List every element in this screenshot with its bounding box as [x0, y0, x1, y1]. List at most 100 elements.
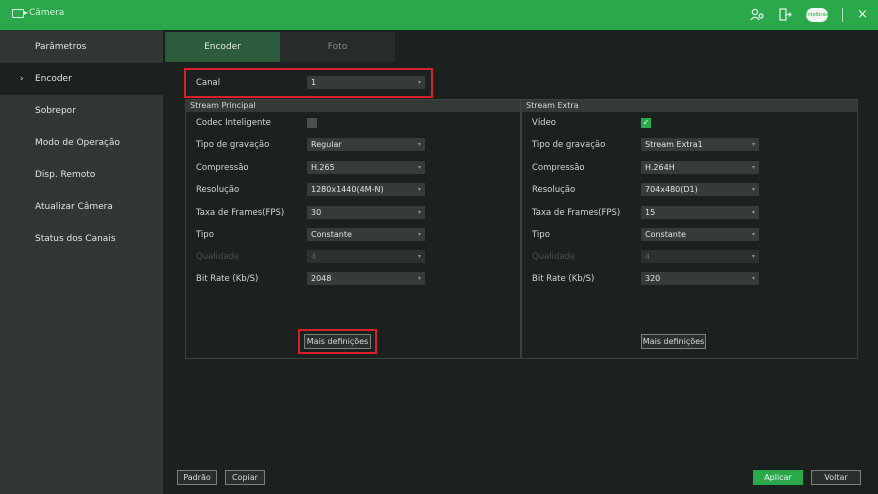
close-icon[interactable]: × [857, 7, 868, 22]
extra-bitrate-label: Bit Rate (Kb/S) [532, 274, 595, 284]
camera-icon [12, 8, 28, 18]
bitrate-value: 2048 [311, 274, 332, 283]
padrao-button[interactable]: Padrão [177, 470, 217, 485]
tipo-label: Tipo [196, 230, 214, 240]
canal-select[interactable]: 1 ▾ [307, 76, 425, 89]
bitrate-select[interactable]: 2048 ▾ [307, 272, 425, 285]
cloud-icon[interactable]: Intelbras Cloud [806, 7, 829, 32]
sidebar-item-label: Disp. Remoto [35, 170, 96, 180]
bitrate-label: Bit Rate (Kb/S) [196, 274, 259, 284]
chevron-down-icon: ▾ [417, 253, 421, 260]
tipo-value: Constante [311, 230, 352, 239]
stream-principal-title: Stream Principal [186, 100, 520, 112]
chevron-down-icon: ▾ [751, 164, 755, 171]
canal-label: Canal [196, 78, 221, 88]
extra-resolucao-select[interactable]: 704x480(D1) ▾ [641, 183, 759, 196]
voltar-button[interactable]: Voltar [811, 470, 861, 485]
compressao-select[interactable]: H.265 ▾ [307, 161, 425, 174]
sidebar-item-modo-operacao[interactable]: Modo de Operação [0, 127, 163, 159]
copiar-button[interactable]: Copiar [225, 470, 265, 485]
tipo-gravacao-value: Regular [311, 140, 342, 149]
chevron-down-icon: ▾ [751, 253, 755, 260]
chevron-down-icon: ▾ [417, 275, 421, 282]
qualidade-select: 4 ▾ [307, 250, 425, 263]
sidebar-item-atualizar-camera[interactable]: Atualizar Câmera [0, 191, 163, 223]
check-icon: ✓ [642, 118, 650, 127]
extra-tipo-gravacao-select[interactable]: Stream Extra1 ▾ [641, 138, 759, 151]
extra-qualidade-label: Qualidade [532, 252, 576, 262]
sidebar-item-status-canais[interactable]: Status dos Canais [0, 223, 163, 255]
extra-bitrate-select[interactable]: 320 ▾ [641, 272, 759, 285]
extra-compressao-select[interactable]: H.264H ▾ [641, 161, 759, 174]
chevron-down-icon: ▾ [751, 275, 755, 282]
main-content: Encoder Foto Canal 1 ▾ Stream Principal C… [163, 30, 878, 494]
fps-select[interactable]: 30 ▾ [307, 206, 425, 219]
mais-definicoes-button[interactable]: Mais definições [304, 334, 371, 349]
resolucao-select[interactable]: 1280x1440(4M-N) ▾ [307, 183, 425, 196]
extra-tipo-value: Constante [645, 230, 686, 239]
chevron-down-icon: ▾ [417, 141, 421, 148]
title-bar-actions: Intelbras Cloud × [750, 7, 868, 32]
extra-fps-select[interactable]: 15 ▾ [641, 206, 759, 219]
chevron-down-icon: ▾ [417, 164, 421, 171]
tab-encoder[interactable]: Encoder [165, 32, 280, 62]
resolucao-label: Resolução [196, 185, 240, 195]
tab-foto[interactable]: Foto [280, 32, 395, 62]
chevron-down-icon: ▾ [751, 209, 755, 216]
aplicar-button[interactable]: Aplicar [753, 470, 803, 485]
chevron-right-icon: › [20, 74, 24, 84]
chevron-down-icon: ▾ [417, 79, 421, 86]
sidebar-item-label: Status dos Canais [35, 234, 116, 244]
chevron-down-icon: ▾ [751, 141, 755, 148]
stream-extra-title: Stream Extra [522, 100, 857, 112]
fps-value: 30 [311, 208, 322, 217]
codec-inteligente-checkbox[interactable] [307, 118, 317, 128]
sidebar-item-encoder[interactable]: › Encoder [0, 63, 163, 95]
qualidade-value: 4 [311, 252, 317, 261]
sidebar: Parâmetros › Encoder Sobrepor Modo de Ope… [0, 30, 163, 494]
extra-compressao-value: H.264H [645, 163, 675, 172]
tipo-gravacao-label: Tipo de gravação [196, 140, 270, 150]
chevron-down-icon: ▾ [417, 209, 421, 216]
window-title-group: Câmera [12, 8, 64, 18]
fps-label: Taxa de Frames(FPS) [196, 208, 285, 218]
compressao-value: H.265 [311, 163, 335, 172]
extra-fps-label: Taxa de Frames(FPS) [532, 208, 621, 218]
extra-qualidade-value: 4 [645, 252, 651, 261]
extra-resolucao-value: 704x480(D1) [645, 185, 698, 194]
extra-tipo-select[interactable]: Constante ▾ [641, 228, 759, 241]
sidebar-item-parametros[interactable]: Parâmetros [0, 31, 163, 63]
sidebar-item-sobrepor[interactable]: Sobrepor [0, 95, 163, 127]
extra-fps-value: 15 [645, 208, 656, 217]
chevron-down-icon: ▾ [417, 186, 421, 193]
chevron-down-icon: ▾ [417, 231, 421, 238]
users-icon[interactable] [750, 8, 765, 21]
cloud-icon-text: Intelbras Cloud [806, 11, 829, 32]
chevron-down-icon: ▾ [751, 186, 755, 193]
sidebar-item-label: Encoder [35, 74, 72, 84]
chevron-down-icon: ▾ [751, 231, 755, 238]
extra-tipo-label: Tipo [532, 230, 550, 240]
sidebar-item-label: Parâmetros [35, 42, 87, 52]
sidebar-item-disp-remoto[interactable]: Disp. Remoto [0, 159, 163, 191]
canal-value: 1 [311, 78, 317, 87]
resolucao-value: 1280x1440(4M-N) [311, 185, 384, 194]
logout-icon[interactable] [779, 8, 792, 21]
extra-qualidade-select: 4 ▾ [641, 250, 759, 263]
extra-mais-definicoes-button[interactable]: Mais definições [641, 334, 706, 349]
title-bar-divider [842, 7, 844, 22]
title-bar: Câmera Intelbras Cloud × [0, 0, 878, 32]
compressao-label: Compressão [196, 163, 249, 173]
sidebar-item-label: Atualizar Câmera [35, 202, 113, 212]
tipo-select[interactable]: Constante ▾ [307, 228, 425, 241]
tipo-gravacao-select[interactable]: Regular ▾ [307, 138, 425, 151]
sidebar-item-label: Sobrepor [35, 106, 76, 116]
video-label: Vídeo [532, 118, 557, 128]
window-title: Câmera [29, 8, 65, 18]
codec-inteligente-label: Codec Inteligente [196, 118, 271, 128]
video-checkbox[interactable]: ✓ [641, 118, 651, 128]
extra-bitrate-value: 320 [645, 274, 661, 283]
extra-tipo-gravacao-value: Stream Extra1 [645, 140, 703, 149]
extra-tipo-gravacao-label: Tipo de gravação [532, 140, 606, 150]
extra-resolucao-label: Resolução [532, 185, 576, 195]
